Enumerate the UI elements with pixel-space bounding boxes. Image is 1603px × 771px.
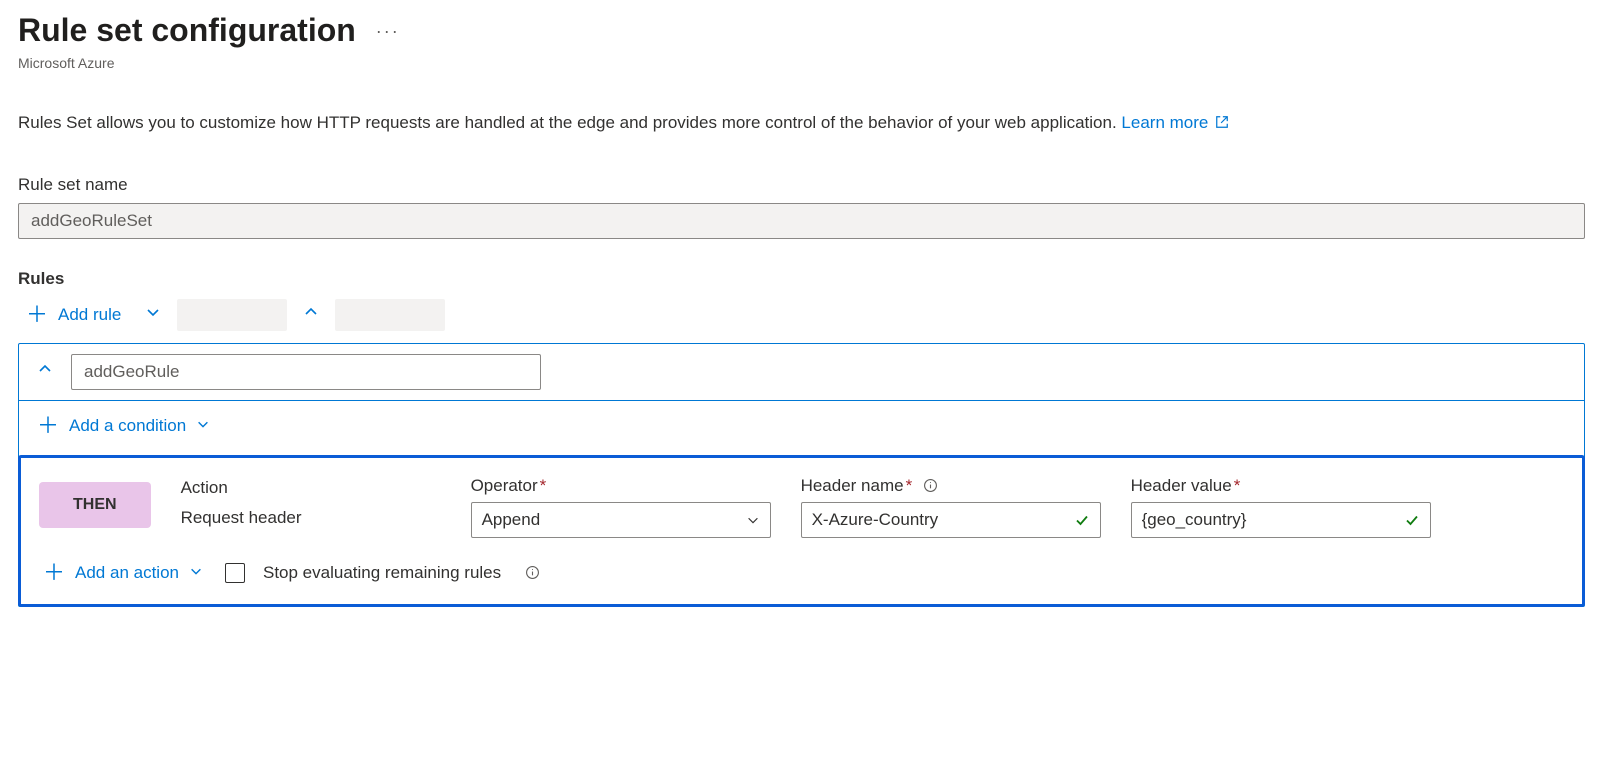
add-condition-button[interactable]: ＋ Add a condition <box>33 415 214 437</box>
action-column: Action Request header <box>181 476 441 528</box>
header-value-input-wrap <box>1131 502 1431 538</box>
plus-icon: ＋ <box>43 562 65 584</box>
move-up-button[interactable] <box>299 300 323 329</box>
operator-select-value: Append <box>482 510 738 530</box>
action-value: Request header <box>181 508 441 528</box>
external-link-icon <box>1213 113 1229 132</box>
learn-more-link[interactable]: Learn more <box>1121 113 1229 132</box>
collapse-rule-button[interactable] <box>33 357 57 386</box>
move-down-target-input[interactable] <box>177 299 287 331</box>
rules-toolbar: ＋ Add rule <box>18 299 1585 331</box>
ruleset-name-label: Rule set name <box>18 175 1585 195</box>
check-icon <box>1074 512 1090 528</box>
ruleset-name-input[interactable] <box>18 203 1585 239</box>
action-label: Action <box>181 478 441 498</box>
operator-label: Operator* <box>471 476 771 496</box>
chevron-down-icon <box>746 513 760 527</box>
check-icon <box>1404 512 1420 528</box>
add-action-label: Add an action <box>75 563 179 583</box>
operator-column: Operator* Append <box>471 476 771 538</box>
header-name-input-wrap <box>801 502 1101 538</box>
header-name-label: Header name* <box>801 476 1101 496</box>
info-icon[interactable] <box>923 478 938 493</box>
condition-row: ＋ Add a condition <box>19 401 1584 455</box>
required-mark: * <box>906 476 913 495</box>
header-name-column: Header name* <box>801 476 1101 538</box>
rule-card: ＋ Add a condition THEN Action Request he… <box>18 343 1585 607</box>
required-mark: * <box>1234 476 1241 495</box>
add-condition-label: Add a condition <box>69 416 186 436</box>
move-up-target-input[interactable] <box>335 299 445 331</box>
info-icon[interactable] <box>525 565 540 580</box>
header-value-input[interactable] <box>1142 510 1396 530</box>
header-name-label-text: Header name <box>801 476 904 495</box>
then-badge: THEN <box>39 482 151 528</box>
page-subtitle: Microsoft Azure <box>18 55 1585 71</box>
operator-select[interactable]: Append <box>471 502 771 538</box>
header-value-column: Header value* <box>1131 476 1431 538</box>
operator-label-text: Operator <box>471 476 538 495</box>
header-value-label: Header value* <box>1131 476 1431 496</box>
rule-card-header <box>19 344 1584 401</box>
more-icon[interactable]: ··· <box>376 22 400 40</box>
learn-more-label: Learn more <box>1121 113 1208 132</box>
chevron-down-icon <box>196 416 210 436</box>
header-value-label-text: Header value <box>1131 476 1232 495</box>
description-text: Rules Set allows you to customize how HT… <box>18 111 1585 135</box>
required-mark: * <box>540 476 547 495</box>
rules-section-header: Rules <box>18 269 1585 289</box>
move-down-button[interactable] <box>141 300 165 329</box>
plus-icon: ＋ <box>26 304 48 326</box>
plus-icon: ＋ <box>37 415 59 437</box>
stop-evaluating-checkbox[interactable] <box>225 563 245 583</box>
add-rule-button[interactable]: ＋ Add rule <box>18 300 129 330</box>
chevron-down-icon <box>189 563 203 583</box>
add-action-button[interactable]: ＋ Add an action <box>39 562 207 584</box>
then-footer-row: ＋ Add an action Stop evaluating remainin… <box>39 562 1564 584</box>
header-name-input[interactable] <box>812 510 1066 530</box>
then-block: THEN Action Request header Operator* App… <box>18 455 1585 607</box>
add-rule-label: Add rule <box>58 305 121 325</box>
page-title: Rule set configuration <box>18 12 356 49</box>
rule-name-input[interactable] <box>71 354 541 390</box>
stop-evaluating-label: Stop evaluating remaining rules <box>263 563 501 583</box>
description-body: Rules Set allows you to customize how HT… <box>18 113 1121 132</box>
